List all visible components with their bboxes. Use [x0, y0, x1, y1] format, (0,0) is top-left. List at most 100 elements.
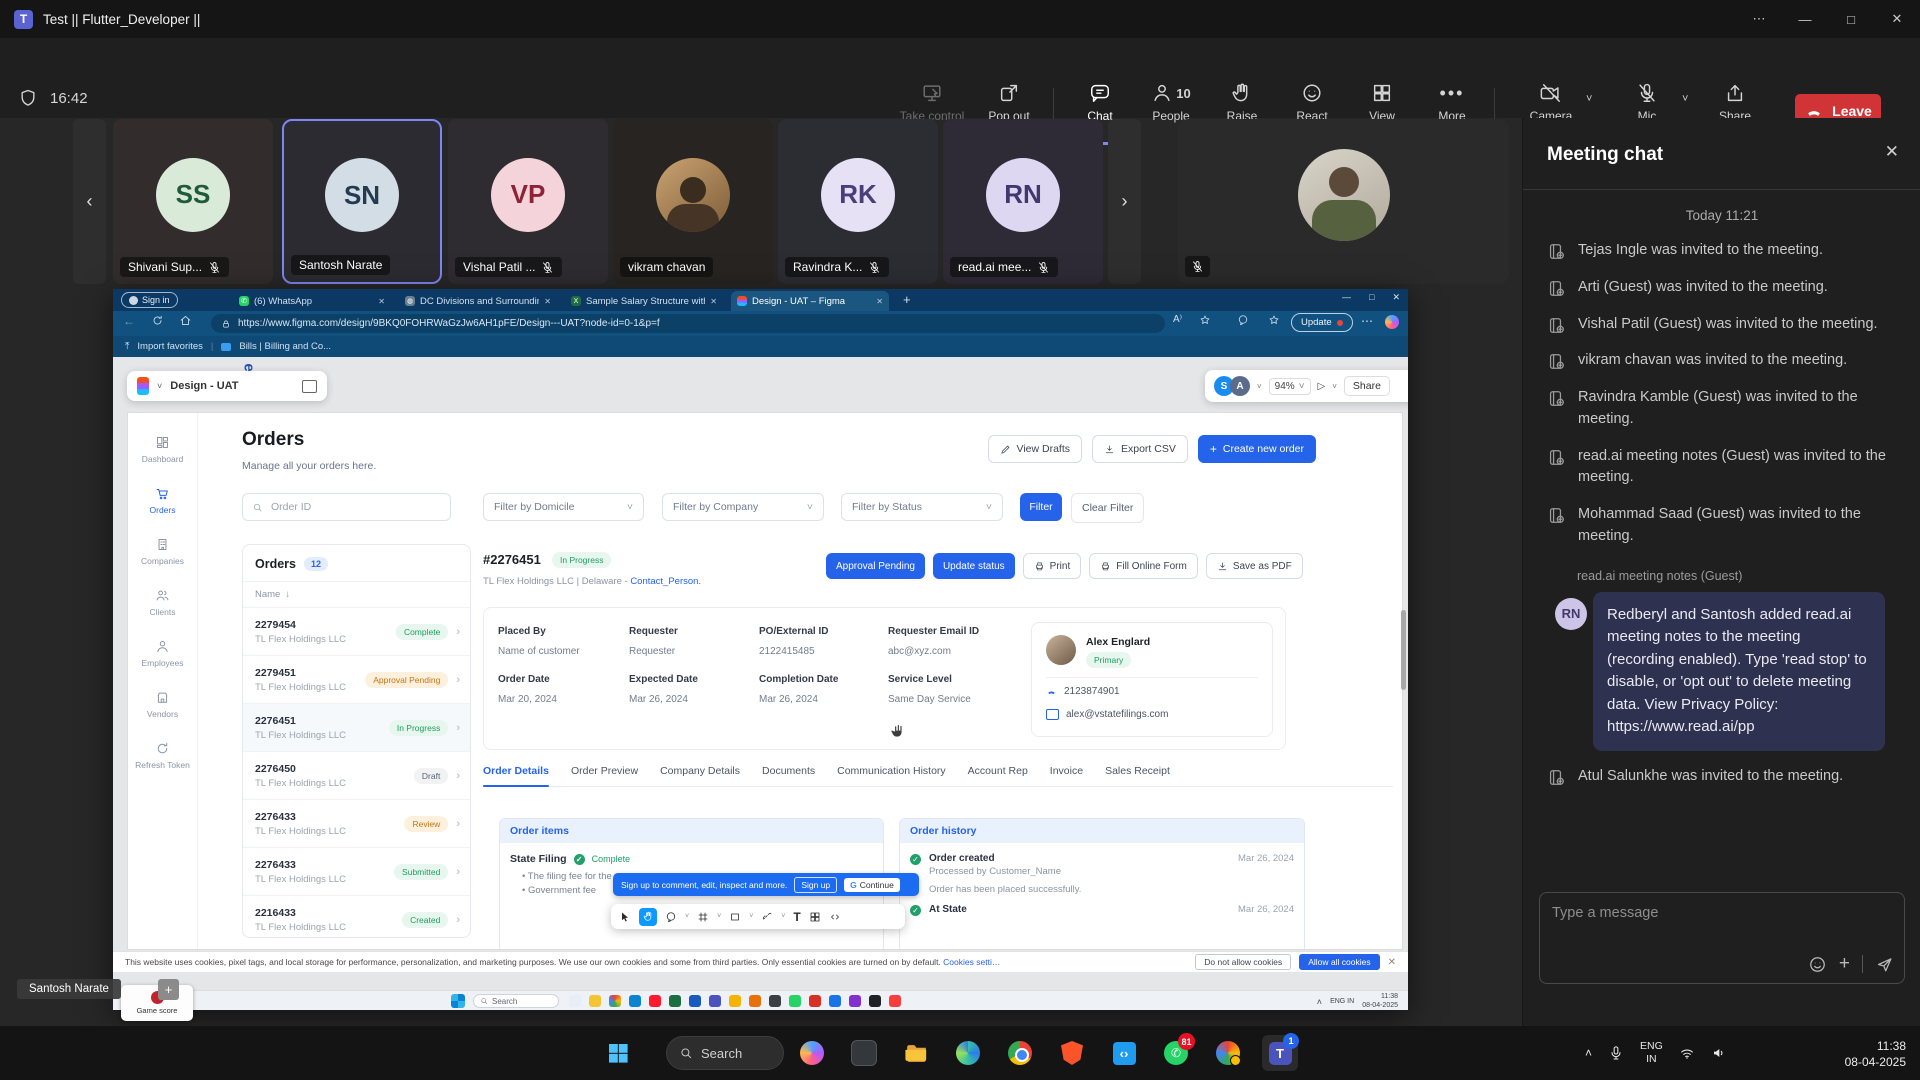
start-icon[interactable]: [451, 994, 465, 1008]
chat-close-icon[interactable]: ✕: [1885, 142, 1899, 162]
tab-company-details[interactable]: Company Details: [660, 765, 740, 777]
sidebar-item-dashboard[interactable]: Dashboard: [130, 435, 196, 464]
sidebar-item-companies[interactable]: Companies: [130, 537, 196, 566]
teams-taskbar-icon[interactable]: T 1: [1262, 1035, 1298, 1071]
create-new-order-button[interactable]: + Create new order: [1198, 435, 1316, 463]
browser-tab[interactable]: ◍ DC Divisions and Surroundings✕: [399, 291, 557, 311]
wifi-icon[interactable]: [1679, 1045, 1695, 1061]
tab-close-icon[interactable]: ✕: [378, 297, 385, 306]
strip-scroll-left-button[interactable]: ‹: [73, 119, 106, 284]
column-header[interactable]: Name: [255, 589, 280, 600]
more-button[interactable]: ••• More: [1414, 82, 1490, 123]
pages-icon[interactable]: [302, 380, 317, 393]
browser-tab[interactable]: ✆ (6) WhatsApp✕: [233, 291, 391, 311]
browser-profile-icon[interactable]: [1210, 1035, 1246, 1071]
camera-options-chevron-icon[interactable]: ˅: [1586, 93, 1592, 105]
filter-button[interactable]: Filter: [1020, 493, 1062, 521]
sidebar-item-refresh-token[interactable]: Refresh Token: [130, 741, 196, 770]
tray-chevron-icon[interactable]: ˄: [1585, 1046, 1592, 1060]
bookmark-import[interactable]: Import favorites: [137, 341, 202, 352]
file-explorer-icon[interactable]: [898, 1035, 934, 1071]
shape-tool-icon[interactable]: [729, 911, 741, 923]
strip-scroll-right-button[interactable]: ›: [1108, 119, 1141, 284]
chrome-icon[interactable]: [1002, 1035, 1038, 1071]
chat-input-box[interactable]: +: [1539, 892, 1905, 984]
pop-out-button[interactable]: Pop out: [971, 82, 1047, 123]
order-row[interactable]: 2276433TL Flex Holdings LLC Submitted›: [243, 848, 470, 896]
chat-button[interactable]: Chat: [1062, 82, 1138, 123]
browser-maximize-icon[interactable]: □: [1369, 292, 1374, 303]
signup-button[interactable]: Sign up: [794, 877, 837, 893]
camera-button[interactable]: Camera: [1513, 82, 1589, 123]
scrollbar-thumb[interactable]: [1401, 610, 1406, 690]
browser-tab[interactable]: X Sample Salary Structure with calc✕: [565, 291, 723, 311]
browser-close-icon[interactable]: ✕: [1392, 292, 1400, 303]
app-icon-dark[interactable]: [846, 1035, 882, 1071]
people-button[interactable]: 10 People: [1133, 82, 1209, 123]
read-aloud-icon[interactable]: A⁾: [1173, 314, 1182, 325]
approval-pending-button[interactable]: Approval Pending: [826, 553, 925, 579]
allow-cookies-button[interactable]: Allow all cookies: [1299, 954, 1379, 970]
react-button[interactable]: React: [1274, 82, 1350, 123]
chevron-down-icon[interactable]: ˅: [1332, 382, 1337, 391]
collaborator-avatar[interactable]: A: [1230, 376, 1250, 396]
export-csv-button[interactable]: Export CSV: [1092, 435, 1188, 463]
volume-icon[interactable]: [1711, 1045, 1727, 1061]
chevron-down-icon[interactable]: ˅: [685, 913, 689, 920]
contact-phone[interactable]: 2123874901: [1064, 686, 1120, 697]
vscode-icon[interactable]: ‹›: [1106, 1035, 1142, 1071]
comment-tool-icon[interactable]: [665, 911, 677, 923]
whatsapp-icon[interactable]: ✆ 81: [1158, 1035, 1194, 1071]
print-button[interactable]: Print: [1023, 553, 1082, 579]
url-field[interactable]: https://www.figma.com/design/9BKQ0FOHRWa…: [211, 314, 1165, 333]
browser-minimize-icon[interactable]: —: [1342, 292, 1351, 303]
send-icon[interactable]: [1875, 955, 1894, 974]
cookie-settings-link[interactable]: Cookies settings: [943, 957, 1005, 967]
fill-online-form-button[interactable]: Fill Online Form: [1089, 553, 1198, 579]
figma-share-button[interactable]: Share: [1344, 376, 1390, 396]
browser-update-button[interactable]: Update: [1291, 313, 1353, 332]
save-as-pdf-button[interactable]: Save as PDF: [1206, 553, 1303, 579]
favorite-star-icon[interactable]: [1199, 314, 1211, 326]
sidebar-item-clients[interactable]: Clients: [130, 588, 196, 617]
window-close-icon[interactable]: ✕: [1874, 0, 1920, 38]
contact-person-link[interactable]: Contact_Person.: [630, 576, 701, 587]
order-row[interactable]: 2276433TL Flex Holdings LLC Review›: [243, 800, 470, 848]
mic-button[interactable]: Mic: [1609, 82, 1685, 123]
window-maximize-icon[interactable]: □: [1828, 0, 1874, 38]
tray-mic-icon[interactable]: [1608, 1045, 1624, 1061]
attach-plus-icon[interactable]: +: [1839, 953, 1850, 975]
figma-logo-icon[interactable]: [137, 377, 149, 395]
browser-menu-icon[interactable]: ⋯: [1361, 314, 1373, 328]
reload-icon[interactable]: [151, 314, 164, 327]
filter-status-select[interactable]: Filter by Status˅: [841, 493, 1003, 521]
video-tile[interactable]: SS Shivani Sup...: [113, 119, 273, 284]
shared-search-box[interactable]: Search: [473, 994, 559, 1008]
new-tab-icon[interactable]: +: [903, 292, 911, 307]
start-button[interactable]: [600, 1035, 636, 1071]
tab-sales-receipt[interactable]: Sales Receipt: [1105, 765, 1170, 777]
video-tile-active-speaker[interactable]: SN Santosh Narate: [282, 119, 442, 284]
tab-documents[interactable]: Documents: [762, 765, 815, 777]
tab-order-preview[interactable]: Order Preview: [571, 765, 638, 777]
sidebar-item-vendors[interactable]: Vendors: [130, 690, 196, 719]
chevron-down-icon[interactable]: ˅: [717, 913, 721, 920]
video-tile[interactable]: RK Ravindra K...: [778, 119, 938, 284]
order-row[interactable]: 2279451TL Flex Holdings LLC Approval Pen…: [243, 656, 470, 704]
copilot-icon[interactable]: [1385, 315, 1399, 329]
chevron-down-icon[interactable]: ˅: [1257, 382, 1262, 391]
window-minimize-icon[interactable]: —: [1782, 0, 1828, 38]
widget-add-icon[interactable]: +: [158, 979, 179, 1000]
frame-tool-icon[interactable]: [697, 911, 709, 923]
google-continue-button[interactable]: GContinue: [844, 878, 900, 892]
copilot-taskbar-icon[interactable]: [794, 1035, 830, 1071]
update-status-button[interactable]: Update status: [933, 553, 1015, 579]
edge-icon[interactable]: [950, 1035, 986, 1071]
brave-icon[interactable]: [1054, 1035, 1090, 1071]
tab-order-details[interactable]: Order Details: [483, 765, 549, 777]
video-tile[interactable]: vikram chavan: [613, 119, 773, 284]
cookie-close-icon[interactable]: ✕: [1388, 957, 1396, 968]
zoom-control[interactable]: 94%˅: [1269, 378, 1311, 395]
tab-invoice[interactable]: Invoice: [1050, 765, 1083, 777]
chevron-down-icon[interactable]: ˅: [749, 913, 753, 920]
